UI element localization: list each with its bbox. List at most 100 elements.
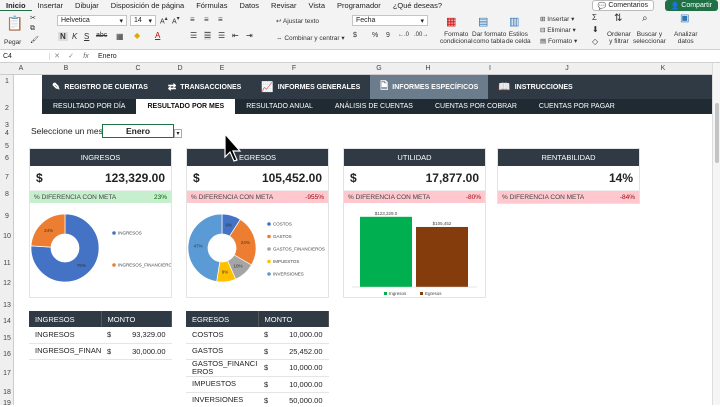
sort-filter-button[interactable]: Ordenar y filtrar (607, 31, 631, 45)
nav-tab-3[interactable]: 🗎 INFORMES ESPECÍFICOS (370, 75, 489, 99)
decrease-font-icon[interactable]: A▾ (172, 16, 180, 25)
row-header[interactable]: 5 (0, 143, 14, 150)
row-header[interactable]: 8 (0, 191, 14, 198)
column-header[interactable]: J (565, 65, 569, 72)
menu-item-4[interactable]: Fórmulas (190, 1, 233, 10)
column-header[interactable]: H (425, 65, 430, 72)
name-box[interactable]: C4 (0, 52, 50, 60)
month-select[interactable]: Enero (102, 124, 174, 138)
subnav-tab-3[interactable]: ANÁLISIS DE CUENTAS (324, 99, 424, 114)
format-as-table-button[interactable]: Dar formato como tabla (472, 31, 506, 45)
borders-icon[interactable]: ▦ (116, 32, 124, 41)
menu-item-1[interactable]: Insertar (32, 1, 69, 10)
font-size-select[interactable]: 14 ▾ (130, 15, 156, 26)
row-header[interactable]: 7 (0, 174, 14, 181)
row-header[interactable]: 10 (0, 233, 14, 240)
fx-icon[interactable]: fx (78, 53, 94, 60)
row-header[interactable]: 4 (0, 130, 14, 137)
row-header[interactable]: 18 (0, 389, 14, 396)
indent-icon[interactable]: ⇤ (232, 31, 239, 40)
conditional-format-icon[interactable]: ▦ (446, 15, 456, 28)
nav-tab-1[interactable]: ⇄ TRANSACCIONES (158, 75, 251, 99)
analyze-data-icon[interactable]: ▣ (680, 13, 689, 24)
strikethrough-button[interactable]: abc (96, 32, 107, 39)
cut-icon[interactable]: ✂ (30, 14, 36, 22)
decrease-decimal-icon[interactable]: .00→ (414, 32, 428, 38)
menu-item-6[interactable]: Revisar (265, 1, 302, 10)
column-header[interactable]: G (376, 65, 381, 72)
row-header[interactable]: 15 (0, 335, 14, 342)
align-center-icon[interactable]: ☰ (204, 31, 212, 40)
find-select-button[interactable]: Buscar y seleccionar (633, 31, 666, 45)
menu-item-7[interactable]: Vista (302, 1, 331, 10)
subnav-tab-1[interactable]: RESULTADO POR MES (136, 99, 236, 114)
menu-item-5[interactable]: Datos (233, 1, 265, 10)
align-middle-icon[interactable]: ≡ (204, 15, 209, 24)
paste-icon[interactable]: 📋 (6, 15, 23, 32)
font-family-select[interactable]: Helvetica ▾ (57, 15, 127, 26)
scrollbar-thumb[interactable] (715, 103, 719, 163)
autosum-icon[interactable]: Σ (592, 13, 597, 22)
subnav-tab-2[interactable]: RESULTADO ANUAL (235, 99, 324, 114)
clear-icon[interactable]: ◇ (592, 37, 598, 46)
increase-font-icon[interactable]: A▴ (160, 16, 168, 25)
fill-icon[interactable]: ⬇ (592, 25, 599, 34)
column-header[interactable]: F (292, 65, 296, 72)
format-cells-button[interactable]: ▤ Formato ▾ (540, 37, 577, 45)
column-header[interactable]: B (64, 65, 69, 72)
align-right-icon[interactable]: ☰ (218, 31, 225, 40)
column-header[interactable]: I (489, 65, 491, 72)
analyze-data-button[interactable]: Analizar datos (674, 31, 697, 45)
column-header[interactable]: E (220, 65, 225, 72)
share-button[interactable]: 👤 Compartir (664, 0, 718, 11)
nav-tab-2[interactable]: 📈 INFORMES GENERALES (251, 75, 370, 99)
format-table-icon[interactable]: ▤ (478, 15, 488, 28)
menu-item-3[interactable]: Disposición de página (105, 1, 190, 10)
wrap-text-button[interactable]: ↩ Ajustar texto (276, 17, 319, 25)
row-header[interactable]: 3 (0, 122, 14, 129)
subnav-tab-5[interactable]: CUENTAS POR PAGAR (528, 99, 626, 114)
paste-button[interactable]: Pegar (4, 39, 21, 46)
menu-item-8[interactable]: Programador (331, 1, 387, 10)
menu-item-2[interactable]: Dibujar (69, 1, 105, 10)
row-header[interactable]: 6 (0, 155, 14, 162)
delete-cells-button[interactable]: ⊟ Eliminar ▾ (540, 26, 576, 34)
row-header[interactable]: 14 (0, 318, 14, 325)
row-header[interactable]: 1 (0, 78, 14, 85)
subnav-tab-4[interactable]: CUENTAS POR COBRAR (424, 99, 528, 114)
row-header[interactable]: 9 (0, 213, 14, 220)
row-header[interactable]: 13 (0, 302, 14, 309)
conditional-format-button[interactable]: Formato condicional (440, 31, 473, 45)
subnav-tab-0[interactable]: RESULTADO POR DÍA (42, 99, 136, 114)
percent-button[interactable]: % (372, 32, 378, 39)
italic-button[interactable]: K (72, 32, 77, 41)
menu-item-9[interactable]: ¿Qué deseas? (387, 1, 448, 10)
bold-button[interactable]: N (58, 32, 68, 41)
row-header[interactable]: 2 (0, 105, 14, 112)
menu-item-0[interactable]: Inicio (0, 1, 32, 11)
cancel-icon[interactable]: ✕ (50, 52, 64, 60)
confirm-icon[interactable]: ✓ (64, 52, 78, 60)
nav-tab-0[interactable]: ✎ REGISTRO DE CUENTAS (42, 75, 158, 99)
row-header[interactable]: 11 (0, 260, 14, 267)
align-left-icon[interactable]: ☰ (190, 31, 197, 40)
row-header[interactable]: 12 (0, 280, 14, 287)
number-format-select[interactable]: Fecha ▾ (352, 15, 428, 26)
currency-button[interactable]: $ (353, 32, 357, 39)
row-header[interactable]: 17 (0, 370, 14, 377)
outdent-icon[interactable]: ⇥ (246, 31, 253, 40)
cell-styles-icon[interactable]: ▥ (509, 15, 519, 28)
format-painter-icon[interactable]: 🖌 (30, 36, 39, 44)
insert-cells-button[interactable]: ⊞ Insertar ▾ (540, 15, 574, 23)
row-header[interactable]: 19 (0, 400, 14, 407)
search-icon[interactable]: ⌕ (642, 13, 648, 24)
comments-button[interactable]: 💬 Comentarios (591, 0, 654, 11)
dropdown-arrow-icon[interactable]: ▾ (174, 129, 182, 138)
nav-tab-4[interactable]: 📖 INSTRUCCIONES (488, 75, 582, 99)
row-header[interactable]: 16 (0, 351, 14, 358)
vertical-scrollbar[interactable] (712, 63, 720, 405)
align-bottom-icon[interactable]: ≡ (218, 15, 223, 24)
increase-decimal-icon[interactable]: ←.0 (398, 32, 409, 38)
sort-filter-icon[interactable]: ⇅ (614, 13, 622, 24)
column-header[interactable]: A (19, 65, 24, 72)
